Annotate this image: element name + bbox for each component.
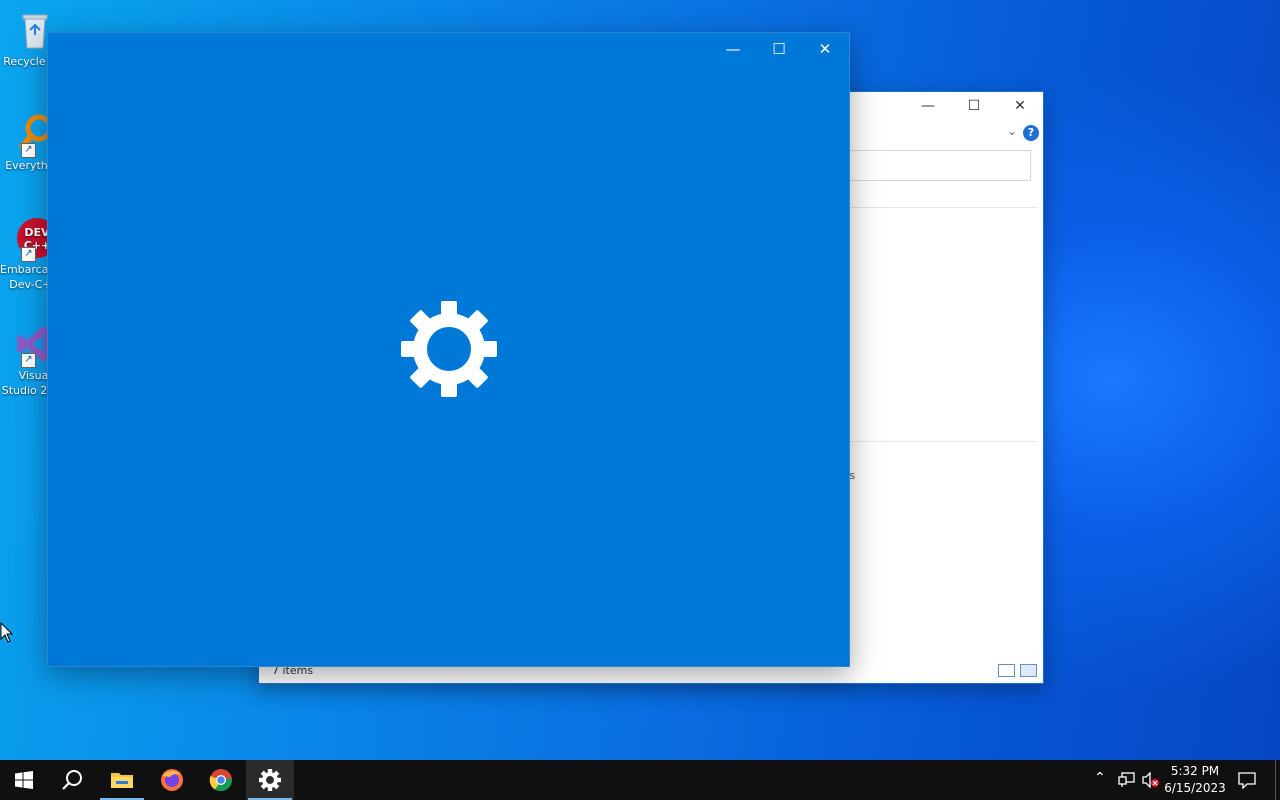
folder-icon <box>111 773 133 788</box>
large-icons-view-icon[interactable] <box>1020 664 1037 677</box>
clock-date[interactable]: 6/15/2023 <box>1162 781 1228 795</box>
search-icon <box>62 770 82 790</box>
settings-window[interactable]: — ☐ ✕ <box>47 32 850 667</box>
start-button[interactable] <box>0 760 48 800</box>
clock-time[interactable]: 5:32 PM <box>1166 764 1224 778</box>
explorer-close-button[interactable]: ✕ <box>997 92 1043 120</box>
windows-logo-icon <box>15 771 33 789</box>
shortcut-arrow-icon: ↗ <box>21 353 36 368</box>
taskbar-settings[interactable] <box>246 760 294 800</box>
help-icon[interactable]: ? <box>1023 125 1039 141</box>
gear-icon <box>259 769 281 791</box>
volume-muted-icon[interactable] <box>1142 772 1160 788</box>
maximize-button[interactable]: ☐ <box>756 33 802 65</box>
minimize-button[interactable]: — <box>710 33 756 65</box>
show-hidden-icons-button[interactable]: ⌃ <box>1094 770 1106 786</box>
show-desktop-button[interactable] <box>1275 760 1280 800</box>
explorer-minimize-button[interactable]: — <box>905 92 951 120</box>
network-icon[interactable] <box>1118 772 1136 788</box>
action-center-icon[interactable] <box>1238 771 1256 789</box>
taskbar-firefox[interactable] <box>148 760 196 800</box>
mouse-cursor-icon <box>0 622 14 643</box>
close-button[interactable]: ✕ <box>802 33 848 65</box>
explorer-maximize-button[interactable]: ☐ <box>951 92 997 120</box>
gear-icon <box>399 299 499 399</box>
details-view-icon[interactable] <box>998 664 1015 677</box>
firefox-icon <box>161 769 183 791</box>
ribbon-expand-chevron-icon[interactable]: ⌄ <box>1007 124 1017 138</box>
shortcut-arrow-icon: ↗ <box>21 247 36 262</box>
chrome-icon <box>209 769 232 792</box>
taskbar-chrome[interactable] <box>197 760 245 800</box>
search-button[interactable] <box>48 760 96 800</box>
taskbar-file-explorer[interactable] <box>98 760 146 800</box>
taskbar: ⌃ 5:32 PM 6/15/2023 <box>0 760 1280 800</box>
shortcut-arrow-icon: ↗ <box>21 143 36 158</box>
